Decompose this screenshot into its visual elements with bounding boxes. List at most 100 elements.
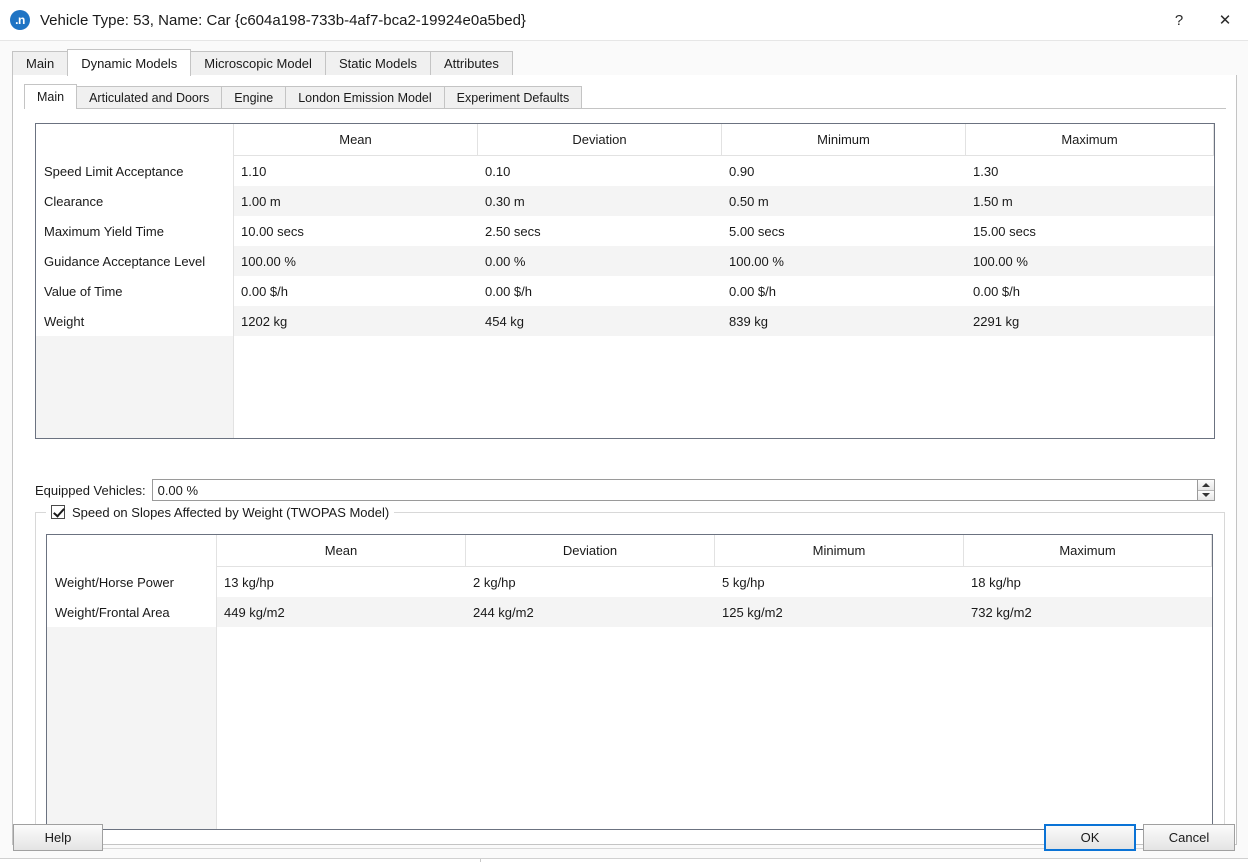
cell-maximum[interactable]: 2291 kg xyxy=(966,306,1214,336)
header-maximum[interactable]: Maximum xyxy=(966,124,1214,156)
equipped-vehicles-label: Equipped Vehicles: xyxy=(35,482,146,498)
spinner-up-icon[interactable] xyxy=(1198,480,1214,491)
help-button[interactable]: Help xyxy=(13,824,103,851)
spinner-down-icon[interactable] xyxy=(1198,490,1214,500)
cell-deviation[interactable]: 454 kg xyxy=(478,306,722,336)
row-label: Guidance Acceptance Level xyxy=(36,246,234,276)
cell-minimum[interactable]: 100.00 % xyxy=(722,246,966,276)
header-blank xyxy=(36,124,234,156)
tab-attributes[interactable]: Attributes xyxy=(429,51,513,75)
header-blank xyxy=(47,535,217,567)
cell-minimum[interactable]: 125 kg/m2 xyxy=(715,597,964,627)
cell-deviation[interactable]: 0.00 $/h xyxy=(478,276,722,306)
table-row: Weight/Horse Power 13 kg/hp 2 kg/hp 5 kg… xyxy=(47,567,1212,597)
cell-maximum[interactable]: 1.30 xyxy=(966,156,1214,186)
cell-deviation[interactable]: 0.30 m xyxy=(478,186,722,216)
cell-minimum[interactable]: 0.00 $/h xyxy=(722,276,966,306)
row-label: Weight/Horse Power xyxy=(47,567,217,597)
cell-maximum[interactable]: 18 kg/hp xyxy=(964,567,1212,597)
empty-label-column xyxy=(36,336,234,438)
cell-deviation[interactable]: 2.50 secs xyxy=(478,216,722,246)
cell-minimum[interactable]: 0.50 m xyxy=(722,186,966,216)
dynamic-models-panel: Main Articulated and Doors Engine London… xyxy=(12,75,1237,849)
header-minimum[interactable]: Minimum xyxy=(715,535,964,567)
cell-maximum[interactable]: 0.00 $/h xyxy=(966,276,1214,306)
help-icon[interactable]: ? xyxy=(1156,0,1202,40)
twopas-checkbox[interactable] xyxy=(51,505,65,519)
row-label: Weight xyxy=(36,306,234,336)
cell-minimum[interactable]: 5 kg/hp xyxy=(715,567,964,597)
cell-maximum[interactable]: 15.00 secs xyxy=(966,216,1214,246)
empty-value-area xyxy=(234,336,1214,438)
cell-minimum[interactable]: 0.90 xyxy=(722,156,966,186)
cell-deviation[interactable]: 0.00 % xyxy=(478,246,722,276)
equipped-vehicles-input[interactable] xyxy=(152,480,1214,500)
header-minimum[interactable]: Minimum xyxy=(722,124,966,156)
table-empty-area xyxy=(47,627,1212,829)
table-row: Maximum Yield Time 10.00 secs 2.50 secs … xyxy=(36,216,1214,246)
cell-mean[interactable]: 1.10 xyxy=(234,156,478,186)
table-row: Clearance 1.00 m 0.30 m 0.50 m 1.50 m xyxy=(36,186,1214,216)
table-empty-area xyxy=(36,336,1214,438)
table-row: Weight 1202 kg 454 kg 839 kg 2291 kg xyxy=(36,306,1214,336)
cell-maximum[interactable]: 100.00 % xyxy=(966,246,1214,276)
cell-deviation[interactable]: 0.10 xyxy=(478,156,722,186)
cell-mean[interactable]: 0.00 $/h xyxy=(234,276,478,306)
row-label: Clearance xyxy=(36,186,234,216)
table-row: Speed Limit Acceptance 1.10 0.10 0.90 1.… xyxy=(36,156,1214,186)
cell-maximum[interactable]: 732 kg/m2 xyxy=(964,597,1212,627)
aimsun-app-icon xyxy=(10,10,30,30)
row-label: Speed Limit Acceptance xyxy=(36,156,234,186)
cell-mean[interactable]: 1202 kg xyxy=(234,306,478,336)
cell-mean[interactable]: 1.00 m xyxy=(234,186,478,216)
cancel-button[interactable]: Cancel xyxy=(1143,824,1235,851)
subtab-london-emission-model[interactable]: London Emission Model xyxy=(285,86,445,108)
subtab-engine[interactable]: Engine xyxy=(221,86,287,108)
cell-deviation[interactable]: 244 kg/m2 xyxy=(466,597,715,627)
table-row: Guidance Acceptance Level 100.00 % 0.00 … xyxy=(36,246,1214,276)
cell-mean[interactable]: 13 kg/hp xyxy=(217,567,466,597)
cell-mean[interactable]: 10.00 secs xyxy=(234,216,478,246)
tab-static-models[interactable]: Static Models xyxy=(324,51,431,75)
table-row: Value of Time 0.00 $/h 0.00 $/h 0.00 $/h… xyxy=(36,276,1214,306)
twopas-legend-label: Speed on Slopes Affected by Weight (TWOP… xyxy=(72,504,390,520)
inner-tabbar: Main Articulated and Doors Engine London… xyxy=(24,84,1226,109)
header-mean[interactable]: Mean xyxy=(217,535,466,567)
header-deviation[interactable]: Deviation xyxy=(466,535,715,567)
window-controls: ? ✕ xyxy=(1156,0,1248,40)
dialog-body: Main Dynamic Models Microscopic Model St… xyxy=(0,40,1248,861)
twopas-legend: Speed on Slopes Affected by Weight (TWOP… xyxy=(46,502,395,522)
twopas-table: Mean Deviation Minimum Maximum Weight/Ho… xyxy=(46,534,1213,830)
header-maximum[interactable]: Maximum xyxy=(964,535,1212,567)
cell-minimum[interactable]: 5.00 secs xyxy=(722,216,966,246)
window-titlebar: Vehicle Type: 53, Name: Car {c604a198-73… xyxy=(0,0,1248,40)
equipped-vehicles-field[interactable] xyxy=(151,479,1215,501)
cell-deviation[interactable]: 2 kg/hp xyxy=(466,567,715,597)
dialog-footer: Help OK Cancel xyxy=(0,817,1248,862)
table-header-row: Mean Deviation Minimum Maximum xyxy=(36,124,1214,156)
outer-tabbar: Main Dynamic Models Microscopic Model St… xyxy=(12,49,1237,76)
tab-main[interactable]: Main xyxy=(12,51,69,75)
ok-button[interactable]: OK xyxy=(1044,824,1136,851)
tab-microscopic-model[interactable]: Microscopic Model xyxy=(190,51,326,75)
cell-minimum[interactable]: 839 kg xyxy=(722,306,966,336)
equipped-vehicles-stepper[interactable] xyxy=(1197,480,1214,500)
tab-dynamic-models[interactable]: Dynamic Models xyxy=(67,49,192,76)
header-deviation[interactable]: Deviation xyxy=(478,124,722,156)
table-header-row: Mean Deviation Minimum Maximum xyxy=(47,535,1212,567)
equipped-vehicles-row: Equipped Vehicles: xyxy=(35,479,1215,501)
main-parameters-table: Mean Deviation Minimum Maximum Speed Lim… xyxy=(35,123,1215,439)
close-icon[interactable]: ✕ xyxy=(1202,0,1248,40)
subtab-experiment-defaults[interactable]: Experiment Defaults xyxy=(443,86,583,108)
header-mean[interactable]: Mean xyxy=(234,124,478,156)
subtab-main[interactable]: Main xyxy=(24,84,78,109)
window-title: Vehicle Type: 53, Name: Car {c604a198-73… xyxy=(40,11,526,29)
cell-mean[interactable]: 449 kg/m2 xyxy=(217,597,466,627)
subtab-articulated-and-doors[interactable]: Articulated and Doors xyxy=(76,86,223,108)
table-row: Weight/Frontal Area 449 kg/m2 244 kg/m2 … xyxy=(47,597,1212,627)
empty-label-column xyxy=(47,627,217,829)
cell-maximum[interactable]: 1.50 m xyxy=(966,186,1214,216)
twopas-groupbox: Speed on Slopes Affected by Weight (TWOP… xyxy=(35,502,1225,849)
cell-mean[interactable]: 100.00 % xyxy=(234,246,478,276)
row-label: Weight/Frontal Area xyxy=(47,597,217,627)
